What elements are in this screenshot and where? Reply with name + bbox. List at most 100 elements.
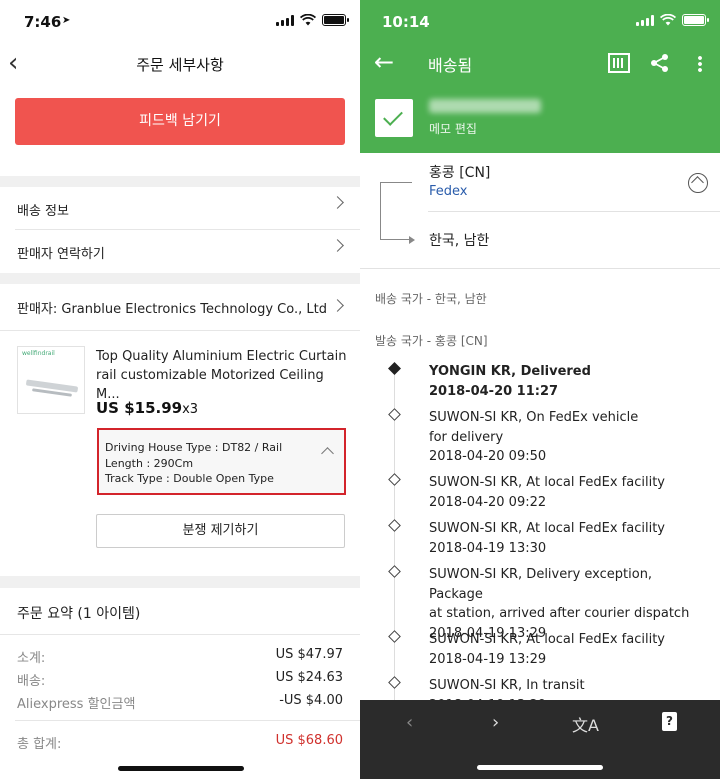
thumbnail-brand: wellfindrail [22,350,55,357]
event-timestamp: 2018-04-20 09:50 [429,449,547,464]
delivered-check-icon [375,99,413,137]
wifi-icon [660,14,676,26]
order-details-screen: 7:46 ➤ ‹ 주문 세부사항 피드백 남기기 배송 정보 판매자 연락하기 … [0,0,360,779]
home-indicator[interactable] [477,765,603,770]
event-description: SUWON-SI KR, On FedEx vehicle [429,410,639,425]
variant-line: Length : 290Cm [105,456,194,470]
section-divider [0,176,360,187]
diamond-filled-icon [388,362,401,375]
status-bar: 7:46 ➤ [0,0,360,44]
location-arrow-icon: ➤ [62,15,71,26]
variant-details-box[interactable]: Driving House Type : DT82 / Rail Length … [97,428,346,495]
section-divider [0,576,360,588]
contact-seller-row[interactable]: 판매자 연락하기 [0,230,360,272]
diamond-icon [388,473,401,486]
subtotal-label: 소계: [17,651,46,666]
diamond-icon [388,630,401,643]
nav-bar: ‹ 주문 세부사항 [0,44,360,84]
price-value: US $15.99 [96,399,183,417]
share-icon[interactable] [650,53,670,73]
shipping-row: 배송: US $24.63 [0,670,360,690]
product-title[interactable]: Top Quality Aluminium Electric Curtain r… [96,347,348,404]
shipping-value: US $24.63 [275,670,343,685]
order-summary-title: 주문 요약 (1 아이템) [17,606,141,622]
subtotal-value: US $47.97 [275,647,343,662]
route-connector [380,182,415,244]
event-description: SUWON-SI KR, In transit [429,678,585,693]
open-dispute-button[interactable]: 분쟁 제기하기 [96,514,345,548]
cellular-signal-icon [276,14,294,26]
destination-location: 한국, 남한 [429,233,490,249]
help-icon[interactable]: ? [662,712,677,731]
carrier-link[interactable]: Fedex [429,184,467,199]
discount-value: -US $4.00 [279,693,343,708]
battery-icon [322,14,349,26]
total-label: 총 합계: [17,737,62,752]
blurred-tracking-number [429,99,541,113]
timeline-line [394,372,395,702]
product-price: US $15.99x3 [96,399,198,417]
event-description: SUWON-SI KR, Delivery exception, Package [429,567,653,602]
diamond-icon [388,565,401,578]
seller-name: 판매자: Granblue Electronics Technology Co.… [17,302,327,317]
event-timestamp: 2018-04-20 09:22 [429,494,547,510]
delivery-status-title: 배송됨 [428,56,473,75]
page-title: 주문 세부사항 [136,56,224,74]
more-options-icon[interactable] [698,55,702,73]
translate-icon[interactable]: 文A [572,712,599,736]
barcode-icon[interactable] [608,53,630,73]
subtotal-row: 소계: US $47.97 [0,647,360,667]
status-time: 7:46 [24,13,62,31]
row-divider [0,634,360,635]
event-timestamp: 2018-04-19 13:30 [429,540,547,556]
variant-line: Track Type : Double Open Type [105,472,274,485]
tracking-header: 10:14 ← 배송됨 메모 편집 [360,0,720,153]
total-row: 총 합계: US $68.60 [0,733,360,753]
event-description-cont: at station, arrived after courier dispat… [429,606,690,621]
quantity: x3 [182,402,199,417]
home-icon[interactable] [688,173,708,193]
variant-line: Driving House Type : DT82 / Rail [105,441,283,454]
edit-memo-link[interactable]: 메모 편집 [429,120,477,137]
section-divider [0,273,360,284]
contact-seller-label: 판매자 연락하기 [17,247,105,262]
discount-row: Aliexpress 할인금액 -US $4.00 [0,693,360,713]
event-description: SUWON-SI KR, At local FedEx facility [429,475,665,490]
row-divider [360,268,720,269]
home-indicator[interactable] [118,766,244,771]
origin-country: 발송 국가 - 홍콩 [CN] [375,334,488,348]
row-divider [0,330,360,331]
shipping-info-label: 배송 정보 [17,204,69,219]
destination-country: 배송 국가 - 한국, 남한 [375,292,487,306]
total-value: US $68.60 [275,733,343,748]
event-timestamp: 2018-04-20 11:27 [429,383,559,399]
row-divider [15,720,360,721]
product-thumbnail[interactable]: wellfindrail [17,346,85,414]
chevron-right-icon [331,196,344,209]
diamond-icon [388,519,401,532]
seller-row[interactable]: 판매자: Granblue Electronics Technology Co.… [0,284,360,330]
back-arrow-icon[interactable]: ← [374,48,394,76]
chevron-right-icon [331,299,344,312]
previous-chevron-icon[interactable]: ‹ [406,712,413,733]
event-timestamp: 2018-04-19 13:29 [429,651,547,667]
next-chevron-icon[interactable]: › [492,712,499,733]
tracking-screen: 10:14 ← 배송됨 메모 편집 홍콩 [CN] Fedex 한국, 남한 배… [360,0,720,779]
discount-label: Aliexpress 할인금액 [17,697,136,712]
shipping-info-row[interactable]: 배송 정보 [0,187,360,229]
leave-feedback-button[interactable]: 피드백 남기기 [15,98,345,145]
status-time: 10:14 [382,13,430,31]
event-description: SUWON-SI KR, At local FedEx facility [429,632,665,647]
event-description-cont: for delivery [429,429,504,445]
battery-icon [682,14,709,26]
wifi-icon [300,14,316,26]
cellular-signal-icon [636,14,654,26]
chevron-right-icon [331,239,344,252]
row-divider [428,211,720,212]
diamond-icon [388,408,401,421]
diamond-icon [388,676,401,689]
origin-location: 홍콩 [CN] [429,165,491,181]
shipping-label: 배송: [17,674,46,689]
event-description: YONGIN KR, Delivered [429,364,591,379]
event-description: SUWON-SI KR, At local FedEx facility [429,521,665,536]
